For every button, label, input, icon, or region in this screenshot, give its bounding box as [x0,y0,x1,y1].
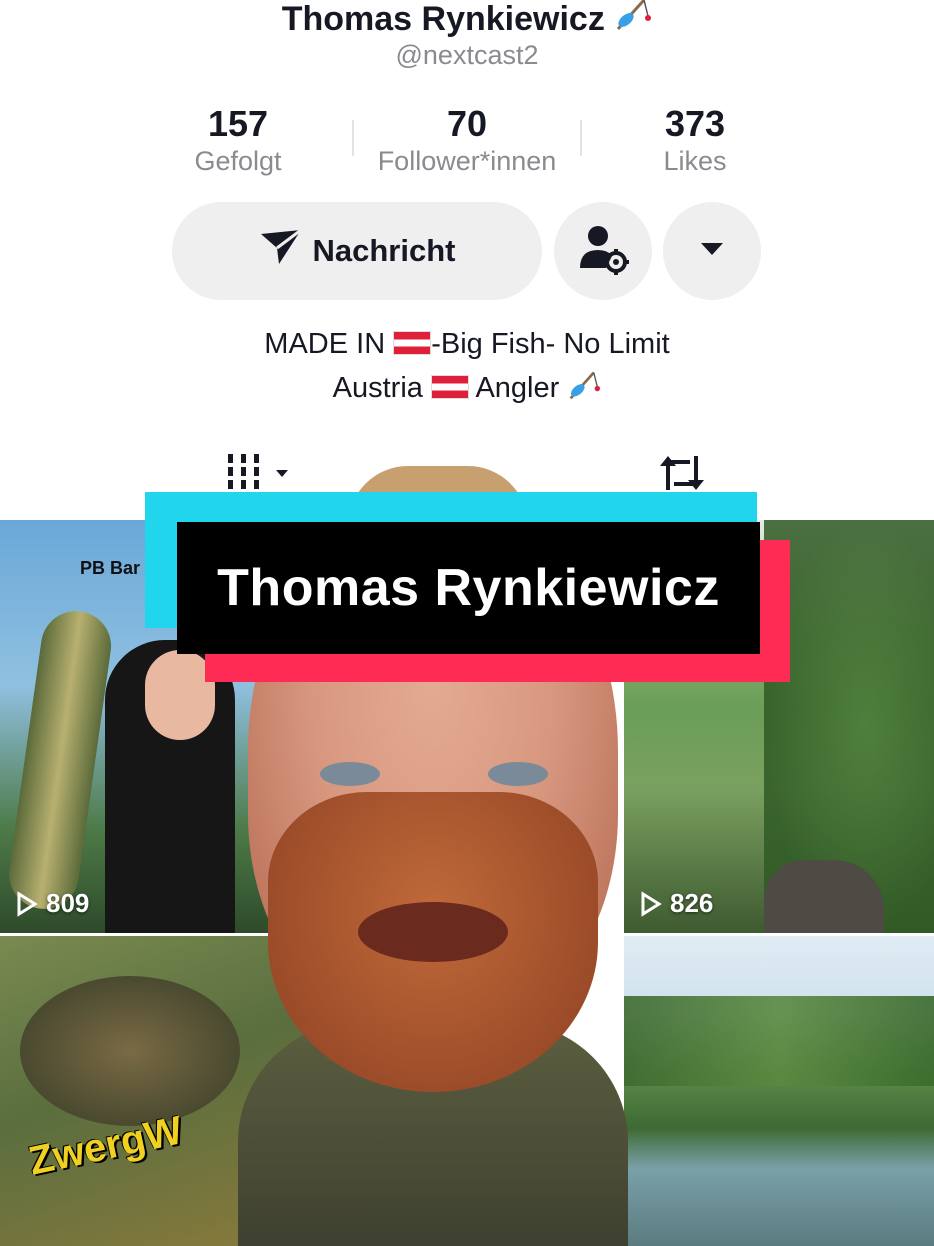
stat-likes-value: 373 [664,103,726,144]
stat-likes: 373 Likes [595,104,795,178]
fish-image [4,606,116,914]
profile-name: Thomas Rynkiewicz [0,0,934,41]
send-icon [259,228,303,274]
fish-image [20,976,240,1126]
bio-line-2-prefix: Austria [332,372,431,404]
play-icon [641,890,662,917]
play-count: 826 [640,888,713,919]
bio-line-2: Austria Angler [0,369,934,409]
bio-line-1-suffix: -Big Fish- No Limit [431,328,670,360]
video-thumbnail[interactable] [624,936,934,1246]
eye-image [488,762,548,786]
stat-following-value: 157 [207,103,269,144]
fishing-rod-icon [614,0,652,41]
eye-image [320,762,380,786]
repost-icon [660,456,704,490]
rock-image [764,860,884,933]
manage-friend-button[interactable] [554,202,652,300]
video-overlay-text: PB Bar [80,558,141,578]
bio-line-1-prefix: MADE IN [264,328,394,360]
profile-name-text: Thomas Rynkiewicz [281,0,605,38]
stat-divider [352,120,354,156]
user-settings-icon [576,222,630,281]
stat-likes-label: Likes [663,146,727,176]
bio-line-2-suffix: Angler [468,372,560,404]
bio-line-1: MADE IN -Big Fish- No Limit [0,328,934,361]
profile-handle: @nextcast2 [395,40,539,70]
name-banner: Thomas Rynkiewicz [177,522,760,654]
play-count: 809 [16,888,89,919]
stat-following-label: Gefolgt [194,146,282,176]
caret-down-icon [699,241,725,262]
play-count-value: 809 [46,888,90,918]
play-count-value: 826 [670,888,714,918]
fishing-rod-icon [567,369,601,409]
name-banner-text: Thomas Rynkiewicz [217,559,720,617]
stat-followers-value: 70 [446,103,488,144]
more-dropdown-button[interactable] [663,202,761,300]
mouth-image [358,902,508,962]
austria-flag-icon [430,375,469,399]
stat-followers[interactable]: 70 Follower*innen [356,104,578,178]
austria-flag-icon [393,331,432,355]
stat-following[interactable]: 157 Gefolgt [138,104,338,178]
stat-followers-label: Follower*innen [377,146,557,176]
stat-divider [580,120,582,156]
play-icon [17,890,38,917]
trees-image [624,996,934,1086]
message-button[interactable]: Nachricht [172,202,542,300]
message-button-label: Nachricht [312,233,456,268]
